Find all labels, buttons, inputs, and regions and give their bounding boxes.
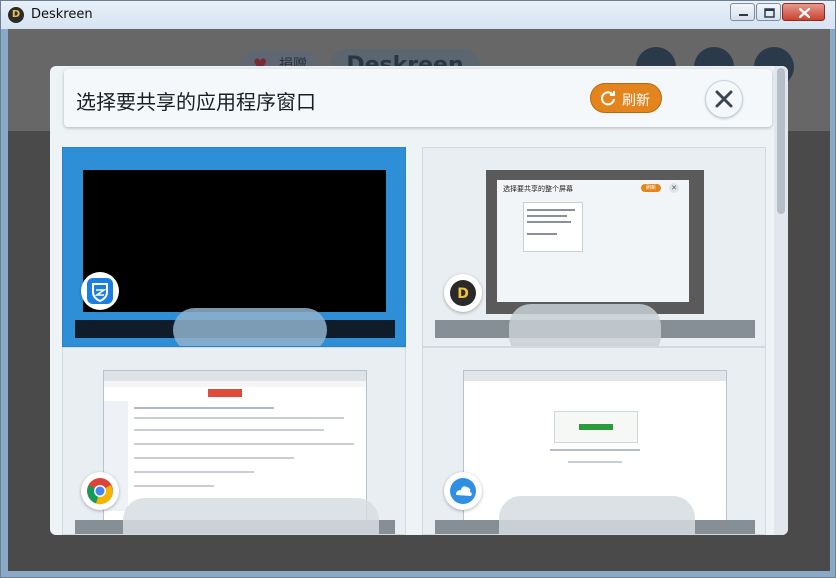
- chrome-icon: [81, 472, 119, 510]
- preview-close-icon: ✕: [669, 183, 679, 193]
- window-title: Deskreen: [31, 7, 93, 22]
- window-name-redacted: [173, 308, 327, 346]
- preview-refresh-button: 刷新: [641, 184, 661, 192]
- browser-toolbar: [464, 371, 726, 381]
- preview-dialog: 选择要共享的整个屏幕 刷新 ✕: [497, 180, 689, 302]
- dialog-close-button[interactable]: [705, 80, 743, 118]
- window-card-3[interactable]: [62, 347, 406, 535]
- page-tag: [208, 389, 242, 397]
- refresh-icon: [601, 91, 615, 106]
- window-name-redacted: [123, 498, 379, 534]
- preview-title: 选择要共享的整个屏幕: [503, 185, 573, 193]
- tencent-pc-manager-icon: [81, 272, 119, 310]
- browser-nav: [104, 381, 366, 387]
- maximize-button[interactable]: [756, 3, 781, 21]
- scrollbar-thumb[interactable]: [777, 68, 785, 214]
- close-icon: [715, 90, 733, 108]
- window-preview: 选择要共享的整个屏幕 刷新 ✕: [486, 170, 704, 314]
- dialog-title: 选择要共享的应用程序窗口: [76, 90, 316, 114]
- deskreen-icon: D: [444, 274, 482, 312]
- title-bar[interactable]: D Deskreen: [1, 1, 835, 29]
- dialog-header: 选择要共享的应用程序窗口 刷新: [64, 69, 772, 127]
- refresh-button[interactable]: 刷新: [590, 83, 662, 113]
- browser-cloud-icon: [444, 472, 482, 510]
- app-content: ♥ 捐赠 Deskreen 选择要共享的应用程序窗口 刷新: [8, 29, 830, 571]
- window-name-redacted: [499, 496, 695, 534]
- page-panel: [554, 411, 638, 443]
- window-preview: [83, 170, 386, 312]
- app-window: D Deskreen ♥ 捐赠 Deskreen 选择要共享的应用程序窗口: [0, 0, 836, 578]
- share-window-dialog: 选择要共享的应用程序窗口 刷新 选择要共享的整个屏幕 刷新 ✕ D: [50, 66, 788, 535]
- window-close-button[interactable]: [782, 3, 825, 21]
- page-panel-code: [579, 424, 613, 430]
- window-card-4[interactable]: [422, 347, 766, 535]
- deskreen-app-icon: D: [8, 7, 24, 23]
- refresh-label: 刷新: [622, 93, 650, 109]
- window-name-redacted: [509, 304, 661, 346]
- svg-text:D: D: [457, 286, 469, 302]
- dialog-scrollbar[interactable]: [774, 66, 788, 535]
- preview-screen-thumb: [523, 202, 583, 252]
- browser-toolbar: [104, 371, 366, 381]
- window-card-2[interactable]: 选择要共享的整个屏幕 刷新 ✕ D: [422, 147, 766, 347]
- window-card-1[interactable]: [62, 147, 406, 347]
- minimize-button[interactable]: [730, 3, 755, 21]
